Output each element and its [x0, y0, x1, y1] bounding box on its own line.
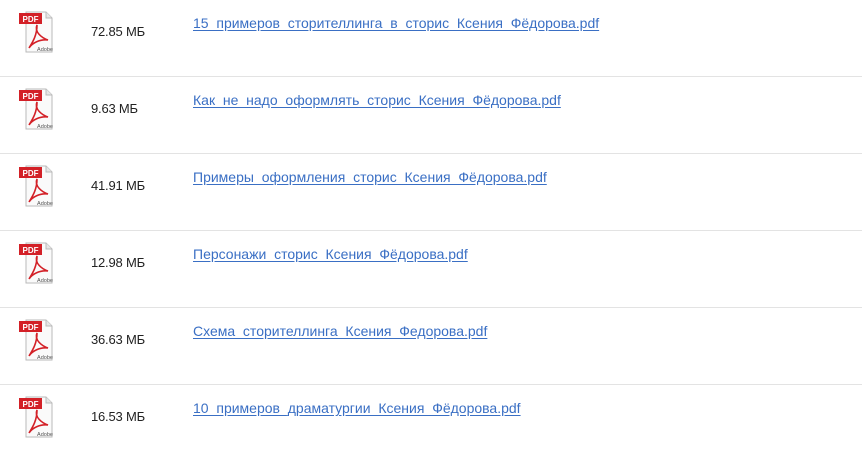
- svg-text:PDF: PDF: [23, 400, 39, 409]
- file-size: 41.91 МБ: [91, 178, 145, 193]
- file-download-link[interactable]: Примеры_оформления_сторис_Ксения_Фёдоров…: [193, 169, 547, 185]
- svg-text:PDF: PDF: [23, 169, 39, 178]
- svg-text:PDF: PDF: [23, 246, 39, 255]
- file-download-link[interactable]: Схема_сторителлинга_Ксения_Федорова.pdf: [193, 323, 487, 339]
- pdf-adobe-icon[interactable]: PDF Adobe: [18, 241, 54, 285]
- file-size: 9.63 МБ: [91, 101, 138, 116]
- file-row: PDF Adobe 41.91 МБ Примеры_оформления_ст…: [0, 154, 862, 231]
- file-row: PDF Adobe 72.85 МБ 15_примеров_сторителл…: [0, 0, 862, 77]
- file-download-link[interactable]: 15_примеров_сторителлинга_в_сторис_Ксени…: [193, 15, 599, 31]
- file-size: 72.85 МБ: [91, 24, 145, 39]
- pdf-adobe-icon[interactable]: PDF Adobe: [18, 10, 54, 54]
- svg-text:Adobe: Adobe: [37, 201, 53, 207]
- file-size: 12.98 МБ: [91, 255, 145, 270]
- svg-text:PDF: PDF: [23, 323, 39, 332]
- svg-text:Adobe: Adobe: [37, 124, 53, 130]
- file-download-link[interactable]: Как_не_надо_оформлять_сторис_Ксения_Фёдо…: [193, 92, 561, 108]
- svg-text:Adobe: Adobe: [37, 355, 53, 361]
- svg-text:Adobe: Adobe: [37, 278, 53, 284]
- file-download-link[interactable]: Персонажи_сторис_Ксения_Фёдорова.pdf: [193, 246, 468, 262]
- svg-text:Adobe: Adobe: [37, 432, 53, 438]
- file-row: PDF Adobe 12.98 МБ Персонажи_сторис_Ксен…: [0, 231, 862, 308]
- svg-text:PDF: PDF: [23, 15, 39, 24]
- svg-text:PDF: PDF: [23, 92, 39, 101]
- file-list: PDF Adobe 72.85 МБ 15_примеров_сторителл…: [0, 0, 862, 462]
- pdf-adobe-icon[interactable]: PDF Adobe: [18, 395, 54, 439]
- file-size: 16.53 МБ: [91, 409, 145, 424]
- file-row: PDF Adobe 36.63 МБ Схема_сторителлинга_К…: [0, 308, 862, 385]
- file-download-link[interactable]: 10_примеров_драматургии_Ксения_Фёдорова.…: [193, 400, 521, 416]
- pdf-adobe-icon[interactable]: PDF Adobe: [18, 87, 54, 131]
- file-size: 36.63 МБ: [91, 332, 145, 347]
- file-row: PDF Adobe 9.63 МБ Как_не_надо_оформлять_…: [0, 77, 862, 154]
- file-row: PDF Adobe 16.53 МБ 10_примеров_драматург…: [0, 385, 862, 462]
- pdf-adobe-icon[interactable]: PDF Adobe: [18, 164, 54, 208]
- svg-text:Adobe: Adobe: [37, 47, 53, 53]
- pdf-adobe-icon[interactable]: PDF Adobe: [18, 318, 54, 362]
